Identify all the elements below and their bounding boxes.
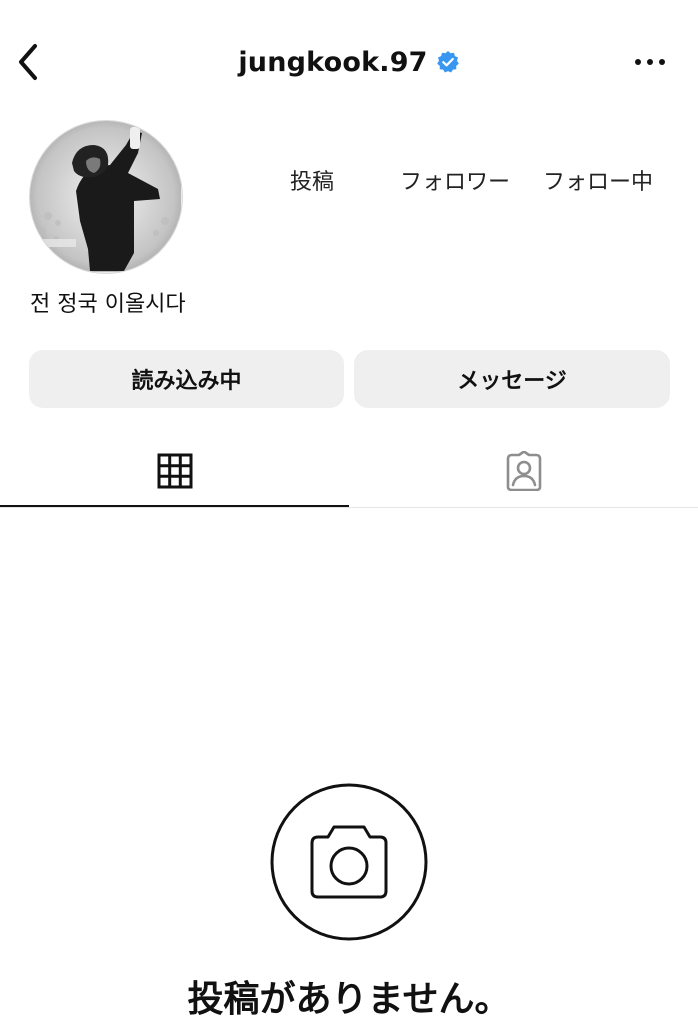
- more-options-button[interactable]: [622, 40, 678, 84]
- stat-posts[interactable]: 投稿: [262, 160, 362, 200]
- profile-name: 전 정국 이올시다: [30, 292, 186, 317]
- tabs-divider: [0, 507, 698, 508]
- message-button[interactable]: メッセージ: [354, 350, 670, 408]
- chevron-left-icon: [19, 44, 37, 80]
- stat-followers[interactable]: フォロワー: [388, 160, 522, 200]
- stat-followers-label: フォロワー: [399, 170, 510, 195]
- more-horizontal-icon: [635, 59, 665, 65]
- profile-photo: [30, 121, 181, 272]
- grid-icon: [157, 453, 192, 489]
- verified-badge-icon: [436, 51, 459, 73]
- stat-following[interactable]: フォロー中: [532, 160, 664, 200]
- empty-state-icon: [270, 783, 428, 941]
- following-button[interactable]: 読み込み中: [29, 350, 344, 408]
- back-button[interactable]: [8, 38, 48, 86]
- camera-icon: [270, 783, 428, 941]
- tagged-icon: [506, 451, 541, 491]
- stat-posts-label: 投稿: [289, 170, 334, 195]
- avatar[interactable]: [29, 120, 183, 274]
- tab-posts[interactable]: [0, 436, 349, 506]
- empty-state-message: 投稿がありません。: [187, 979, 511, 1020]
- header: jungkook.97: [0, 38, 698, 86]
- tab-tagged[interactable]: [349, 436, 698, 506]
- username-title[interactable]: jungkook.97: [238, 47, 427, 78]
- stat-following-label: フォロー中: [542, 170, 653, 195]
